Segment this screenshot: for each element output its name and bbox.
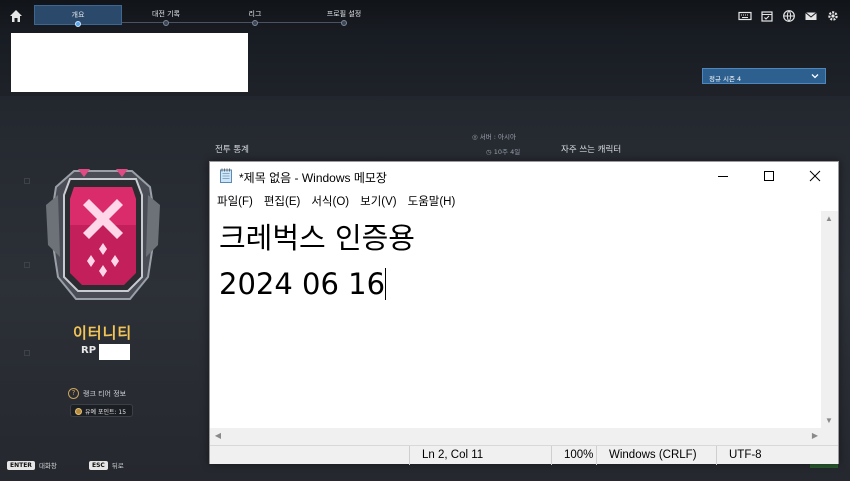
server-icon: ◎ xyxy=(472,133,478,141)
tab-dot xyxy=(341,20,347,26)
notepad-text-area[interactable]: 크레벅스 인증용 2024 06 16 xyxy=(210,211,823,429)
notepad-icon xyxy=(220,168,232,183)
globe-icon[interactable] xyxy=(782,8,796,22)
battle-stats-title: 전투 통계 xyxy=(215,145,249,155)
text-line-2: 2024 06 16 xyxy=(219,267,386,301)
menu-file[interactable]: 파일(F) xyxy=(217,190,253,210)
menu-format[interactable]: 서식(O) xyxy=(311,190,349,210)
tab-dot xyxy=(163,20,169,26)
scroll-right-icon[interactable]: ▶ xyxy=(811,432,819,440)
close-button[interactable] xyxy=(792,162,838,190)
tab-match-history[interactable]: 대전 기록 xyxy=(122,5,210,26)
decor-square xyxy=(24,178,30,184)
rank-name: 이터니티 xyxy=(73,324,133,342)
horizontal-scrollbar[interactable]: ◀ ▶ xyxy=(210,428,823,445)
rank-tier-info-label: 랭크 티어 정보 xyxy=(83,389,127,398)
server-label: ◎ 서버 : 아시아 xyxy=(472,133,516,141)
decor-square xyxy=(24,350,30,356)
tab-label: 대전 기록 xyxy=(152,10,180,18)
notepad-window[interactable]: *제목 없음 - Windows 메모장 파일(F) 편집(E) 서식(O) 보… xyxy=(209,161,839,465)
tab-league[interactable]: 리그 xyxy=(210,5,300,26)
season-dropdown-label: 정규 시즌 4 xyxy=(709,75,742,83)
menu-edit[interactable]: 편집(E) xyxy=(264,190,301,210)
season-dropdown[interactable]: 정규 시즌 4 xyxy=(702,68,826,84)
top-right-icons xyxy=(738,8,840,22)
menu-help[interactable]: 도움말(H) xyxy=(408,190,456,210)
question-icon: ? xyxy=(68,388,79,399)
hint-label: 대화창 xyxy=(38,462,57,470)
notepad-menu-bar: 파일(F) 편집(E) 서식(O) 보기(V) 도움말(H) xyxy=(210,190,459,210)
tab-dot xyxy=(75,21,81,27)
status-position: Ln 2, Col 11 xyxy=(409,446,551,465)
clock-icon: ◷ xyxy=(486,148,492,156)
close-icon xyxy=(809,170,821,182)
coin-icon xyxy=(75,408,82,415)
decor-square xyxy=(24,262,30,268)
home-icon[interactable] xyxy=(9,8,23,22)
rp-label: RP xyxy=(81,345,97,356)
favorite-characters-title: 자주 쓰는 캐릭터 xyxy=(561,145,622,155)
minimize-button[interactable] xyxy=(700,162,746,190)
redacted-rp-value xyxy=(99,344,130,360)
season-duration: ◷ 10주 4일 xyxy=(486,148,521,156)
scroll-down-icon[interactable]: ▼ xyxy=(825,417,833,425)
key-badge: ENTER xyxy=(7,460,35,470)
maximize-icon xyxy=(764,171,774,181)
status-encoding: UTF-8 xyxy=(716,446,838,465)
notepad-status-bar: Ln 2, Col 11 100% Windows (CRLF) UTF-8 xyxy=(210,445,838,465)
text-line-1: 크레벅스 인증용 xyxy=(219,221,415,255)
calendar-check-icon[interactable] xyxy=(760,8,774,22)
redacted-banner xyxy=(11,33,248,92)
hint-enter[interactable]: ENTER 대화창 xyxy=(7,460,57,470)
scroll-up-icon[interactable]: ▲ xyxy=(825,215,833,223)
merit-points-label: 유예 포인트: 15 xyxy=(85,409,127,416)
rank-tier-info-button[interactable]: ? 랭크 티어 정보 xyxy=(68,388,126,399)
maximize-button[interactable] xyxy=(746,162,792,190)
key-badge: ESC xyxy=(89,460,108,470)
hint-label: 뒤로 xyxy=(111,462,124,470)
merit-points-badge: 유예 포인트: 15 xyxy=(70,404,134,417)
text-caret xyxy=(385,268,387,300)
tab-label: 프로필 설정 xyxy=(326,10,362,18)
notepad-title-bar[interactable]: *제목 없음 - Windows 메모장 xyxy=(210,162,838,190)
status-line-ending: Windows (CRLF) xyxy=(596,446,721,465)
scroll-left-icon[interactable]: ◀ xyxy=(214,432,222,440)
status-zoom: 100% xyxy=(551,446,600,465)
mail-icon[interactable] xyxy=(804,8,818,22)
tab-label: 개요 xyxy=(71,11,85,19)
keyboard-icon[interactable] xyxy=(738,8,752,22)
text-line-2-row: 2024 06 16 xyxy=(219,261,814,307)
tab-overview[interactable]: 개요 xyxy=(34,5,122,27)
scroll-corner xyxy=(821,428,838,445)
game-top-bar: 개요 대전 기록 리그 프로필 설정 xyxy=(0,0,850,30)
tab-dot xyxy=(252,20,258,26)
hint-escape[interactable]: ESC 뒤로 xyxy=(89,460,124,470)
chevron-down-icon xyxy=(811,74,819,79)
rank-emblem-icon xyxy=(46,169,160,300)
tab-label: 리그 xyxy=(248,10,262,18)
vertical-scrollbar[interactable]: ▲ ▼ xyxy=(821,211,838,429)
notepad-title: *제목 없음 - Windows 메모장 xyxy=(239,171,387,185)
menu-view[interactable]: 보기(V) xyxy=(360,190,397,210)
tab-profile-settings[interactable]: 프로필 설정 xyxy=(300,5,388,26)
gear-icon[interactable] xyxy=(826,8,840,22)
minimize-icon xyxy=(718,176,728,177)
